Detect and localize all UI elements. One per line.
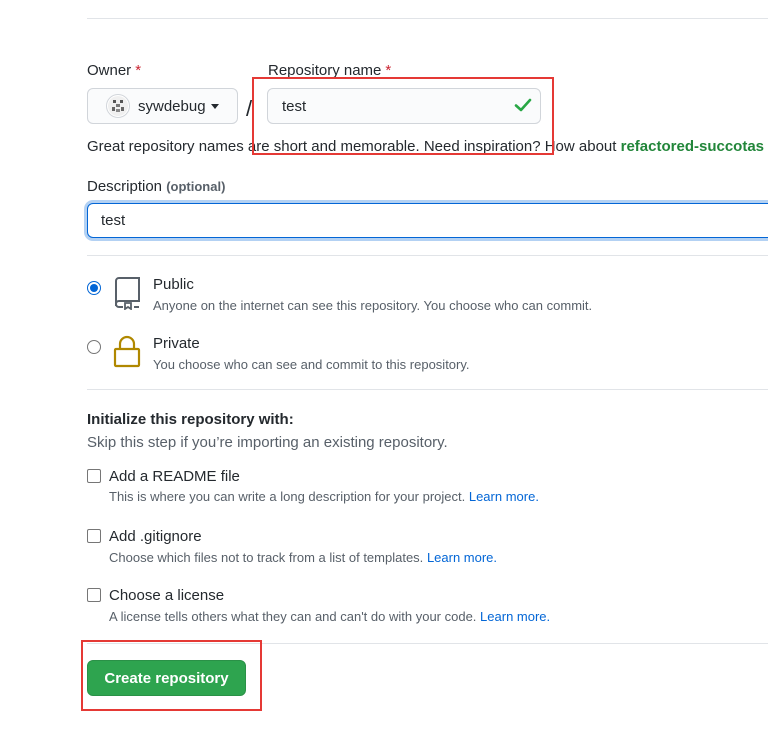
name-suggestion-link[interactable]: refactored-succotas (621, 138, 764, 155)
public-description: Anyone on the internet can see this repo… (153, 298, 593, 313)
owner-select-button[interactable]: sywdebug (87, 88, 238, 124)
owner-label: Owner * (87, 62, 142, 79)
readme-desc-text: This is where you can write a long descr… (109, 489, 466, 504)
license-description: A license tells others what they can and… (109, 609, 550, 624)
visibility-divider-top (87, 255, 768, 256)
owner-username: sywdebug (138, 97, 206, 115)
gitignore-desc-text: Choose which files not to track from a l… (109, 550, 424, 565)
description-label: Description (optional) (87, 178, 226, 195)
annotation-box-repo-name (252, 77, 554, 155)
public-radio[interactable] (87, 281, 101, 295)
public-title: Public (153, 276, 194, 293)
lock-icon (113, 335, 141, 368)
license-title: Choose a license (109, 587, 225, 604)
identicon-avatar-icon (108, 96, 128, 116)
private-description: You choose who can see and commit to thi… (153, 357, 470, 372)
gitignore-checkbox[interactable] (87, 529, 101, 543)
caret-down-icon (210, 103, 219, 109)
description-optional: (optional) (166, 179, 226, 194)
readme-learn-more-link[interactable]: Learn more. (469, 489, 539, 504)
description-input[interactable] (87, 203, 768, 238)
license-desc-text: A license tells others what they can and… (109, 609, 477, 624)
gitignore-title: Add .gitignore (109, 528, 202, 545)
visibility-divider-bottom (87, 389, 768, 390)
gitignore-description: Choose which files not to track from a l… (109, 550, 497, 565)
init-subtitle: Skip this step if you’re importing an ex… (87, 434, 448, 451)
private-title: Private (153, 335, 200, 352)
license-learn-more-link[interactable]: Learn more. (480, 609, 550, 624)
repo-icon (115, 277, 140, 310)
gitignore-learn-more-link[interactable]: Learn more. (427, 550, 497, 565)
license-checkbox[interactable] (87, 588, 101, 602)
avatar (106, 94, 130, 118)
private-radio[interactable] (87, 340, 101, 354)
top-divider (87, 18, 768, 19)
readme-checkbox[interactable] (87, 469, 101, 483)
readme-title: Add a README file (109, 468, 240, 485)
readme-description: This is where you can write a long descr… (109, 489, 539, 504)
init-title: Initialize this repository with: (87, 411, 294, 428)
annotation-box-create-button (81, 640, 262, 711)
